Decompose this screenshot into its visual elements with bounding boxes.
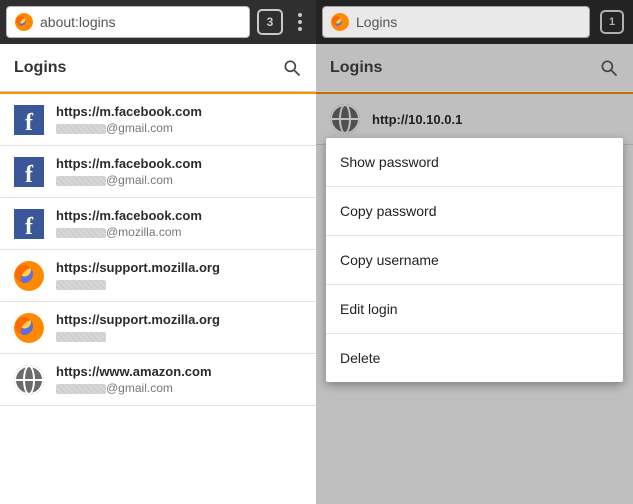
redacted-text	[56, 124, 106, 134]
login-item[interactable]: https://support.mozilla.org	[0, 250, 316, 302]
url-text: about:logins	[40, 14, 116, 30]
facebook-icon: f	[14, 209, 44, 239]
url-text: Logins	[356, 14, 397, 30]
logins-header: Logins	[0, 44, 316, 92]
login-item[interactable]: https://www.amazon.com @gmail.com	[0, 354, 316, 406]
overflow-menu-icon[interactable]	[290, 13, 310, 31]
firefox-icon	[14, 261, 44, 291]
tab-count-button[interactable]: 3	[257, 9, 283, 35]
login-item[interactable]: https://support.mozilla.org	[0, 302, 316, 354]
login-site: https://support.mozilla.org	[56, 260, 220, 275]
page-title: Logins	[14, 59, 66, 77]
facebook-icon: f	[14, 157, 44, 187]
redacted-text	[56, 280, 106, 290]
search-icon[interactable]	[599, 58, 619, 78]
redacted-text	[56, 332, 106, 342]
redacted-text	[56, 176, 106, 186]
globe-icon	[14, 365, 44, 395]
redacted-text	[56, 384, 106, 394]
login-list: f https://m.facebook.com @gmail.com f ht…	[0, 94, 316, 406]
browser-top-bar: about:logins 3	[0, 0, 316, 44]
globe-icon	[330, 104, 360, 134]
login-site: https://support.mozilla.org	[56, 312, 220, 327]
login-site: https://m.facebook.com	[56, 104, 202, 119]
login-username: @mozilla.com	[56, 225, 202, 239]
search-icon[interactable]	[282, 58, 302, 78]
url-bar[interactable]: about:logins	[6, 6, 250, 38]
url-bar[interactable]: Logins	[322, 6, 590, 38]
login-username: @gmail.com	[56, 381, 212, 395]
menu-copy-username[interactable]: Copy username	[326, 236, 623, 285]
tab-count-button[interactable]	[597, 7, 627, 37]
login-username: @gmail.com	[56, 173, 202, 187]
login-item[interactable]: f https://m.facebook.com @gmail.com	[0, 94, 316, 146]
pane-left: about:logins 3 Logins f https://m.facebo…	[0, 0, 316, 504]
login-site: https://www.amazon.com	[56, 364, 212, 379]
pane-right: Logins Logins http://10.10.0.1 Show pass…	[316, 0, 633, 504]
menu-copy-password[interactable]: Copy password	[326, 187, 623, 236]
login-item[interactable]: f https://m.facebook.com @mozilla.com	[0, 198, 316, 250]
logins-header: Logins	[316, 44, 633, 92]
firefox-icon	[14, 313, 44, 343]
firefox-icon	[331, 13, 349, 31]
login-site: http://10.10.0.1	[372, 112, 462, 127]
menu-show-password[interactable]: Show password	[326, 138, 623, 187]
login-item[interactable]: f https://m.facebook.com @gmail.com	[0, 146, 316, 198]
context-menu: Show password Copy password Copy usernam…	[326, 138, 623, 382]
login-username	[56, 277, 220, 291]
menu-edit-login[interactable]: Edit login	[326, 285, 623, 334]
menu-delete[interactable]: Delete	[326, 334, 623, 382]
browser-top-bar: Logins	[316, 0, 633, 44]
redacted-text	[56, 228, 106, 238]
login-username	[56, 329, 220, 343]
login-site: https://m.facebook.com	[56, 156, 202, 171]
tab-count-icon	[600, 10, 624, 34]
login-username: @gmail.com	[56, 121, 202, 135]
firefox-icon	[15, 13, 33, 31]
page-title: Logins	[330, 59, 382, 77]
login-site: https://m.facebook.com	[56, 208, 202, 223]
facebook-icon: f	[14, 105, 44, 135]
